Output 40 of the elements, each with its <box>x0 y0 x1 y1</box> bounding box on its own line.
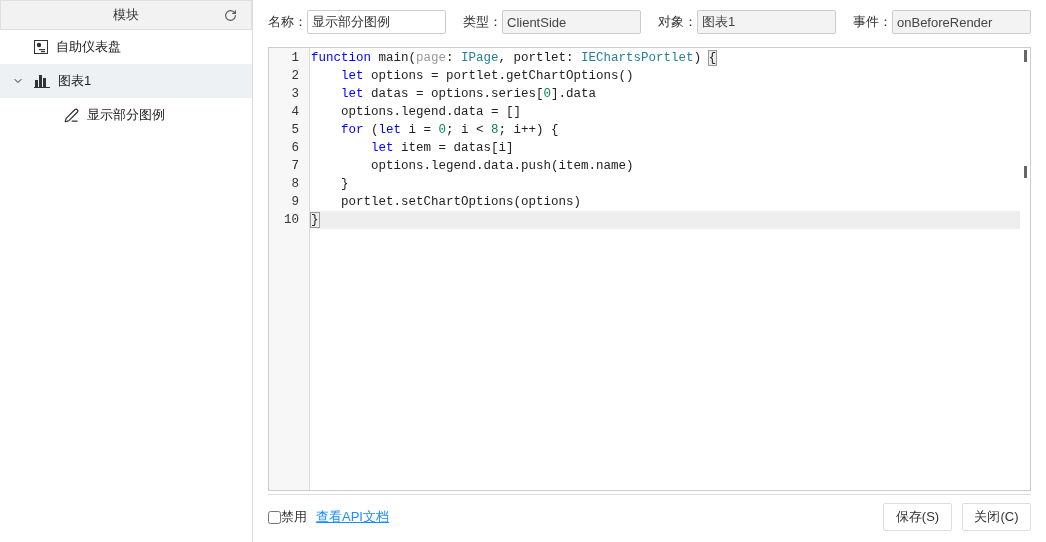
code-line: let item = datas[i] <box>370 140 515 157</box>
code-line: let datas = options.series[0].data <box>340 86 598 103</box>
line-number: 7 <box>290 158 300 175</box>
tree-item[interactable]: 图表1 <box>0 64 252 98</box>
line-number: 8 <box>290 176 300 193</box>
field-label: 对象： <box>658 13 697 32</box>
line-number: 9 <box>290 194 300 211</box>
code-line: portlet.setChartOptions(options) <box>340 194 583 211</box>
text-field[interactable]: onBeforeRender <box>892 10 1031 34</box>
text-field[interactable]: 图表1 <box>697 10 836 34</box>
line-number: 1 <box>290 50 300 67</box>
line-number: 4 <box>290 104 300 121</box>
api-docs-link[interactable]: 查看API文档 <box>316 507 389 527</box>
panel-title: 模块 <box>113 6 139 25</box>
line-number: 6 <box>290 140 300 157</box>
dashboard-icon <box>34 40 48 54</box>
field-label: 事件： <box>853 13 892 32</box>
code-line: let options = portlet.getChartOptions() <box>340 68 635 85</box>
line-number: 3 <box>290 86 300 103</box>
text-field[interactable]: 显示部分图例 <box>307 10 446 34</box>
dialog-button[interactable]: 关闭(C) <box>962 503 1031 531</box>
line-number: 2 <box>290 68 300 85</box>
refresh-icon[interactable] <box>224 8 237 22</box>
line-number: 5 <box>290 122 300 139</box>
code-line: options.legend.data.push(item.name) <box>370 158 635 175</box>
scrollbar-marker <box>1024 166 1027 178</box>
code-line: for (let i = 0; i < 8; i++) { <box>340 122 560 139</box>
field-label: 名称： <box>268 13 307 32</box>
line-number: 10 <box>283 212 300 229</box>
code-line: function main(page: IPage, portlet: IEChartsPortlet) { <box>310 50 718 67</box>
dialog-button[interactable]: 保存(S) <box>883 503 952 531</box>
bar-chart-icon <box>34 74 50 88</box>
text-field[interactable]: ClientSide <box>502 10 641 34</box>
code-line: } <box>340 176 350 193</box>
checkbox-label: 禁用 <box>281 508 307 527</box>
checkbox[interactable] <box>268 510 281 524</box>
code-line: options.legend.data = [] <box>340 104 523 121</box>
scrollbar-marker <box>1024 50 1027 62</box>
field-label: 类型： <box>463 13 502 32</box>
pen-icon <box>64 107 79 123</box>
